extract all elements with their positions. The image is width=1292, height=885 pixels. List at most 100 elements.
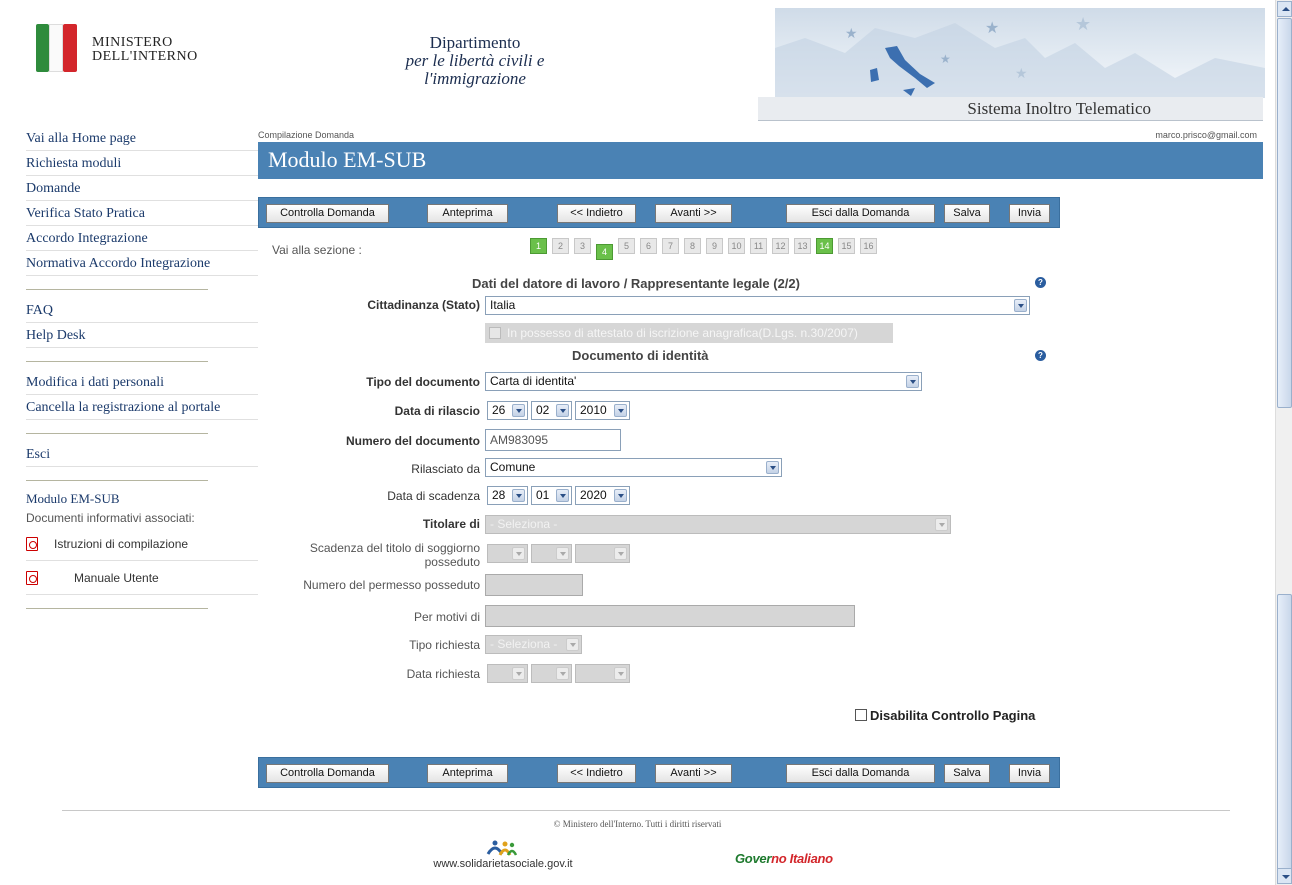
- doc-link-manuale[interactable]: Manuale Utente: [26, 561, 258, 595]
- request-year-select[interactable]: [575, 664, 630, 683]
- sidebar-item-cancella-registrazione[interactable]: Cancella la registrazione al portale: [26, 395, 258, 420]
- permit-expiry-day-select[interactable]: [487, 544, 528, 563]
- permit-expiry-year-select[interactable]: [575, 544, 630, 563]
- issued-by-select[interactable]: Comune: [485, 458, 782, 477]
- page-title: Modulo EM-SUB: [268, 147, 427, 172]
- permit-expiry-month-select[interactable]: [531, 544, 572, 563]
- save-button[interactable]: Salva: [944, 764, 990, 783]
- department-name: Dipartimento per le libertà civili e l'i…: [360, 34, 590, 88]
- preview-button[interactable]: Anteprima: [427, 204, 508, 223]
- section-page-3[interactable]: 3: [574, 238, 591, 254]
- check-button[interactable]: Controlla Domanda: [266, 204, 389, 223]
- help-icon[interactable]: ?: [1035, 277, 1046, 288]
- pdf-icon: [26, 536, 38, 551]
- pdf-icon: [26, 570, 38, 585]
- reason-input[interactable]: [485, 605, 855, 627]
- permit-expiry-label-line-2: posseduto: [424, 555, 480, 569]
- exit-button[interactable]: Esci dalla Domanda: [786, 204, 935, 223]
- issued-by-value: Comune: [490, 460, 536, 474]
- svg-text:★: ★: [940, 52, 951, 66]
- back-button[interactable]: << Indietro: [557, 764, 636, 783]
- next-button[interactable]: Avanti >>: [655, 204, 732, 223]
- section-page-11[interactable]: 11: [750, 238, 767, 254]
- back-button[interactable]: << Indietro: [557, 204, 636, 223]
- disable-check-checkbox[interactable]: Disabilita Controllo Pagina: [855, 708, 1035, 723]
- attestation-checkbox[interactable]: In possesso di attestato di iscrizione a…: [485, 323, 893, 343]
- holder-select[interactable]: - Seleziona -: [485, 515, 951, 534]
- doc-type-value: Carta di identita': [490, 374, 577, 388]
- help-icon[interactable]: ?: [1035, 350, 1046, 361]
- scroll-down-button[interactable]: [1277, 868, 1292, 884]
- section-page-4[interactable]: 4: [596, 244, 613, 260]
- section-page-8[interactable]: 8: [684, 238, 701, 254]
- section-page-9[interactable]: 9: [706, 238, 723, 254]
- sidebar-item-faq[interactable]: FAQ: [26, 298, 258, 323]
- save-button[interactable]: Salva: [944, 204, 990, 223]
- request-type-value: - Seleziona -: [490, 637, 558, 651]
- attestation-label: In possesso di attestato di iscrizione a…: [507, 326, 858, 340]
- issue-day-select[interactable]: 26: [487, 401, 528, 420]
- vertical-scrollbar[interactable]: [1275, 0, 1292, 885]
- sidebar-item-richiesta-moduli[interactable]: Richiesta moduli: [26, 151, 258, 176]
- section-title-employer: Dati del datore di lavoro / Rappresentan…: [472, 276, 800, 291]
- section-page-7[interactable]: 7: [662, 238, 679, 254]
- sidebar-item-modifica-dati[interactable]: Modifica i dati personali: [26, 370, 258, 395]
- sidebar-item-home[interactable]: Vai alla Home page: [26, 126, 258, 151]
- sidebar-item-verifica-stato[interactable]: Verifica Stato Pratica: [26, 201, 258, 226]
- expiry-year-select[interactable]: 2020: [575, 486, 630, 505]
- chevron-down-icon: [512, 547, 525, 560]
- citizenship-select[interactable]: Italia: [485, 296, 1030, 315]
- expiry-month-select[interactable]: 01: [531, 486, 572, 505]
- exit-button[interactable]: Esci dalla Domanda: [786, 764, 935, 783]
- chevron-down-icon: [512, 489, 525, 502]
- section-page-15[interactable]: 15: [838, 238, 855, 254]
- chevron-down-icon: [556, 547, 569, 560]
- permit-number-input[interactable]: [485, 574, 583, 596]
- section-page-5[interactable]: 5: [618, 238, 635, 254]
- request-type-select[interactable]: - Seleziona -: [485, 635, 582, 654]
- section-page-2[interactable]: 2: [552, 238, 569, 254]
- expiry-day-select[interactable]: 28: [487, 486, 528, 505]
- permit-expiry-label-line-1: Scadenza del titolo di soggiorno: [309, 541, 480, 555]
- sidebar-item-help-desk[interactable]: Help Desk: [26, 323, 258, 348]
- section-page-13[interactable]: 13: [794, 238, 811, 254]
- permit-number-label: Numero del permesso posseduto: [303, 578, 480, 592]
- send-button[interactable]: Invia: [1009, 764, 1050, 783]
- section-page-10[interactable]: 10: [728, 238, 745, 254]
- solidarity-site-link[interactable]: www.solidarietasociale.gov.it: [418, 840, 588, 870]
- doc-type-select[interactable]: Carta di identita': [485, 372, 922, 391]
- sidebar-item-accordo[interactable]: Accordo Integrazione: [26, 226, 258, 251]
- issue-day-value: 26: [492, 403, 506, 417]
- request-month-select[interactable]: [531, 664, 572, 683]
- section-page-12[interactable]: 12: [772, 238, 789, 254]
- governo-italiano-logo[interactable]: Governo Italiano: [735, 851, 833, 866]
- chevron-down-icon: [906, 375, 919, 388]
- expiry-date-label: Data di scadenza: [387, 489, 480, 503]
- section-page-6[interactable]: 6: [640, 238, 657, 254]
- request-day-select[interactable]: [487, 664, 528, 683]
- scroll-thumb[interactable]: [1277, 18, 1292, 408]
- sidebar-item-domande[interactable]: Domande: [26, 176, 258, 201]
- issue-month-select[interactable]: 02: [531, 401, 572, 420]
- scroll-track-highlight[interactable]: [1277, 594, 1292, 872]
- section-page-14[interactable]: 14: [816, 238, 833, 254]
- expiry-year-value: 2020: [580, 488, 607, 502]
- doc-link-istruzioni[interactable]: Istruzioni di compilazione: [26, 527, 258, 561]
- section-page-16[interactable]: 16: [860, 238, 877, 254]
- sidebar-divider: [26, 467, 208, 481]
- expiry-month-value: 01: [536, 488, 550, 502]
- sidebar-item-esci[interactable]: Esci: [26, 442, 258, 467]
- section-page-1[interactable]: 1: [530, 238, 547, 254]
- issue-year-select[interactable]: 2010: [575, 401, 630, 420]
- request-type-label: Tipo richiesta: [409, 638, 480, 652]
- section-title-document: Documento di identità: [572, 348, 709, 363]
- doc-number-input[interactable]: AM983095: [485, 429, 621, 451]
- preview-button[interactable]: Anteprima: [427, 764, 508, 783]
- issue-month-value: 02: [536, 403, 550, 417]
- next-button[interactable]: Avanti >>: [655, 764, 732, 783]
- sidebar-item-normativa[interactable]: Normativa Accordo Integrazione: [26, 251, 258, 276]
- check-button[interactable]: Controlla Domanda: [266, 764, 389, 783]
- ministry-line-1: MINISTERO: [92, 35, 173, 50]
- send-button[interactable]: Invia: [1009, 204, 1050, 223]
- scroll-up-button[interactable]: [1277, 1, 1292, 17]
